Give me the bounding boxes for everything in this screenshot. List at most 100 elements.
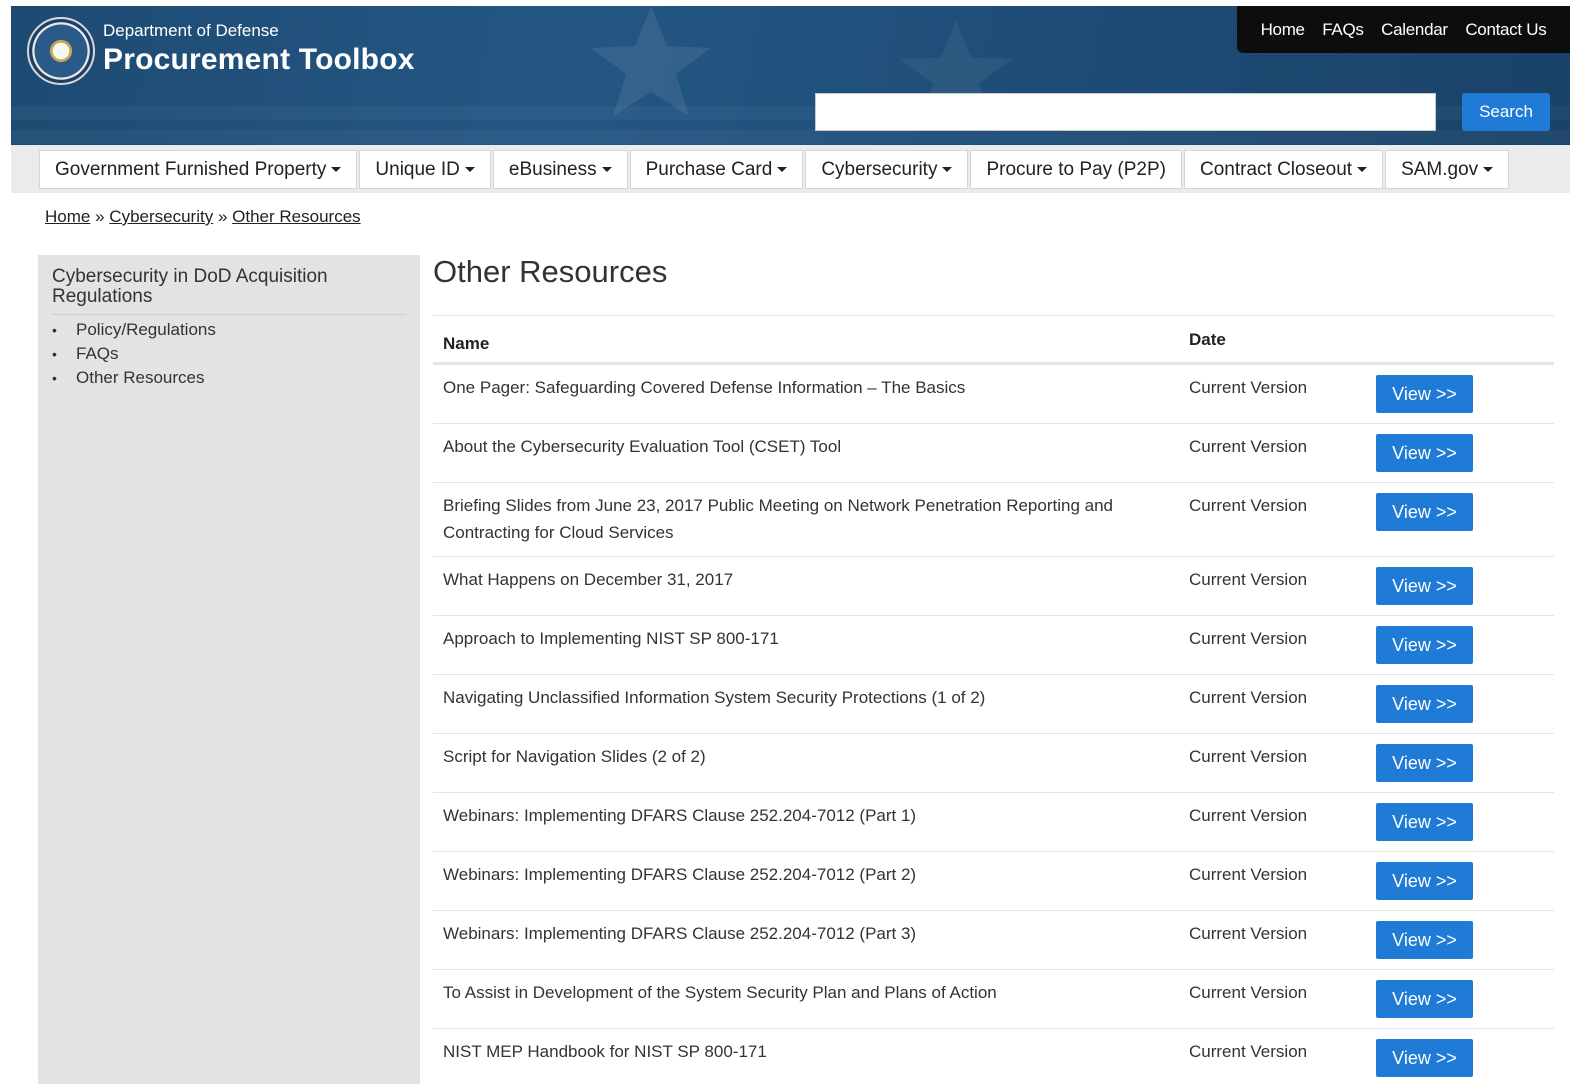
brand-subtitle: Department of Defense: [103, 21, 279, 40]
table-row: To Assist in Development of the System S…: [433, 969, 1554, 1028]
view-button[interactable]: View >>: [1376, 803, 1473, 841]
dod-seal-icon[interactable]: [27, 17, 95, 85]
nav-item-label: Contract Closeout: [1200, 158, 1353, 180]
resource-date: Current Version: [1189, 437, 1308, 456]
sidebar: Cybersecurity in DoD Acquisition Regulat…: [38, 255, 420, 1084]
table-header-row: Name Date: [433, 315, 1554, 364]
nav-item-label: Purchase Card: [645, 158, 773, 180]
caret-down-icon: [942, 167, 953, 172]
resource-date: Current Version: [1189, 865, 1308, 884]
view-button[interactable]: View >>: [1376, 685, 1473, 723]
resource-name: Briefing Slides from June 23, 2017 Publi…: [443, 496, 1113, 542]
resource-name: About the Cybersecurity Evaluation Tool …: [443, 437, 842, 456]
view-button[interactable]: View >>: [1376, 567, 1473, 605]
resource-date: Current Version: [1189, 1042, 1308, 1061]
nav-item-label: Cybersecurity: [821, 158, 938, 180]
view-button[interactable]: View >>: [1376, 375, 1473, 413]
view-button[interactable]: View >>: [1376, 862, 1473, 900]
view-button[interactable]: View >>: [1376, 434, 1473, 472]
view-button[interactable]: View >>: [1376, 744, 1473, 782]
table-row: Script for Navigation Slides (2 of 2) Cur…: [433, 733, 1554, 792]
nav-item-label: Government Furnished Property: [55, 158, 327, 180]
nav-item-ebusiness[interactable]: eBusiness: [492, 150, 628, 189]
resource-name: Approach to Implementing NIST SP 800-171: [443, 629, 779, 648]
site-title[interactable]: Procurement Toolbox: [103, 43, 415, 77]
breadcrumb-home[interactable]: Home: [45, 207, 90, 226]
top-link-calendar[interactable]: Calendar: [1381, 20, 1448, 40]
breadcrumb-other-resources[interactable]: Other Resources: [232, 207, 361, 226]
resource-name: What Happens on December 31, 2017: [443, 570, 734, 589]
sidebar-item-faqs[interactable]: FAQs: [52, 342, 406, 366]
table-row: Webinars: Implementing DFARS Clause 252.…: [433, 910, 1554, 969]
nav-item-government-furnished-property[interactable]: Government Furnished Property: [39, 150, 358, 189]
table-row: Briefing Slides from June 23, 2017 Publi…: [433, 482, 1554, 556]
nav-item-unique-id[interactable]: Unique ID: [359, 150, 491, 189]
view-button[interactable]: View >>: [1376, 493, 1473, 531]
table-row: Webinars: Implementing DFARS Clause 252.…: [433, 851, 1554, 910]
table-row: One Pager: Safeguarding Covered Defense …: [433, 364, 1554, 423]
nav-item-purchase-card[interactable]: Purchase Card: [629, 150, 804, 189]
view-button[interactable]: View >>: [1376, 626, 1473, 664]
table-row: What Happens on December 31, 2017 Current…: [433, 556, 1554, 615]
table-body: One Pager: Safeguarding Covered Defense …: [433, 364, 1554, 1084]
resource-name: NIST MEP Handbook for NIST SP 800-171: [443, 1042, 767, 1061]
sidebar-item-policy-regulations[interactable]: Policy/Regulations: [52, 318, 406, 342]
caret-down-icon: [464, 167, 475, 172]
resource-name: Webinars: Implementing DFARS Clause 252.…: [443, 806, 917, 825]
table-row: About the Cybersecurity Evaluation Tool …: [433, 423, 1554, 482]
page-title: Other Resources: [433, 254, 668, 289]
top-link-faqs[interactable]: FAQs: [1322, 20, 1364, 40]
search-input[interactable]: [815, 93, 1436, 131]
nav-item-procure-to-pay[interactable]: Procure to Pay (P2P): [970, 150, 1182, 189]
resources-table: Name Date One Pager: Safeguarding Covere…: [433, 315, 1554, 1084]
caret-down-icon: [601, 167, 612, 172]
nav-item-cybersecurity[interactable]: Cybersecurity: [805, 150, 969, 189]
nav-item-label: Unique ID: [375, 158, 460, 180]
search-button[interactable]: Search: [1462, 93, 1550, 131]
utility-links: Home FAQs Calendar Contact Us: [1237, 6, 1570, 53]
resource-date: Current Version: [1189, 806, 1308, 825]
breadcrumb: Home » Cybersecurity » Other Resources: [45, 207, 361, 227]
resource-name: Webinars: Implementing DFARS Clause 252.…: [443, 865, 917, 884]
resource-name: Webinars: Implementing DFARS Clause 252.…: [443, 924, 917, 943]
column-header-name: Name: [443, 334, 490, 353]
table-row: NIST MEP Handbook for NIST SP 800-171 Cur…: [433, 1028, 1554, 1084]
resource-date: Current Version: [1189, 378, 1308, 397]
resource-date: Current Version: [1189, 570, 1308, 589]
table-row: Approach to Implementing NIST SP 800-171…: [433, 615, 1554, 674]
resource-date: Current Version: [1189, 688, 1308, 707]
sidebar-list: Policy/Regulations FAQs Other Resources: [52, 318, 406, 390]
caret-down-icon: [777, 167, 788, 172]
breadcrumb-cybersecurity[interactable]: Cybersecurity: [109, 207, 213, 226]
top-link-contact-us[interactable]: Contact Us: [1465, 20, 1546, 40]
resource-date: Current Version: [1189, 924, 1308, 943]
nav-item-label: eBusiness: [508, 158, 597, 180]
nav-item-sam-gov[interactable]: SAM.gov: [1385, 150, 1510, 189]
view-button[interactable]: View >>: [1376, 980, 1473, 1018]
resource-name: To Assist in Development of the System S…: [443, 983, 997, 1002]
sidebar-title[interactable]: Cybersecurity in DoD Acquisition Regulat…: [52, 267, 406, 315]
nav-item-label: Procure to Pay (P2P): [986, 158, 1166, 180]
caret-down-icon: [1357, 167, 1368, 172]
column-header-date: Date: [1189, 330, 1226, 349]
resource-date: Current Version: [1189, 496, 1308, 515]
resource-date: Current Version: [1189, 629, 1308, 648]
nav-item-label: SAM.gov: [1401, 158, 1479, 180]
resource-date: Current Version: [1189, 747, 1308, 766]
breadcrumb-separator: »: [95, 207, 105, 226]
table-row: Webinars: Implementing DFARS Clause 252.…: [433, 792, 1554, 851]
resource-name: Script for Navigation Slides (2 of 2): [443, 747, 706, 766]
view-button[interactable]: View >>: [1376, 921, 1473, 959]
resource-date: Current Version: [1189, 983, 1308, 1002]
main-nav: Government Furnished Property Unique ID …: [11, 145, 1570, 193]
resource-name: Navigating Unclassified Information Syst…: [443, 688, 986, 707]
top-link-home[interactable]: Home: [1261, 20, 1305, 40]
breadcrumb-separator: »: [217, 207, 228, 226]
resource-name: One Pager: Safeguarding Covered Defense …: [443, 378, 966, 397]
view-button[interactable]: View >>: [1376, 1039, 1473, 1077]
caret-down-icon: [331, 167, 342, 172]
table-row: Navigating Unclassified Information Syst…: [433, 674, 1554, 733]
nav-item-contract-closeout[interactable]: Contract Closeout: [1184, 150, 1384, 189]
sidebar-item-other-resources[interactable]: Other Resources: [52, 366, 406, 390]
caret-down-icon: [1483, 167, 1494, 172]
